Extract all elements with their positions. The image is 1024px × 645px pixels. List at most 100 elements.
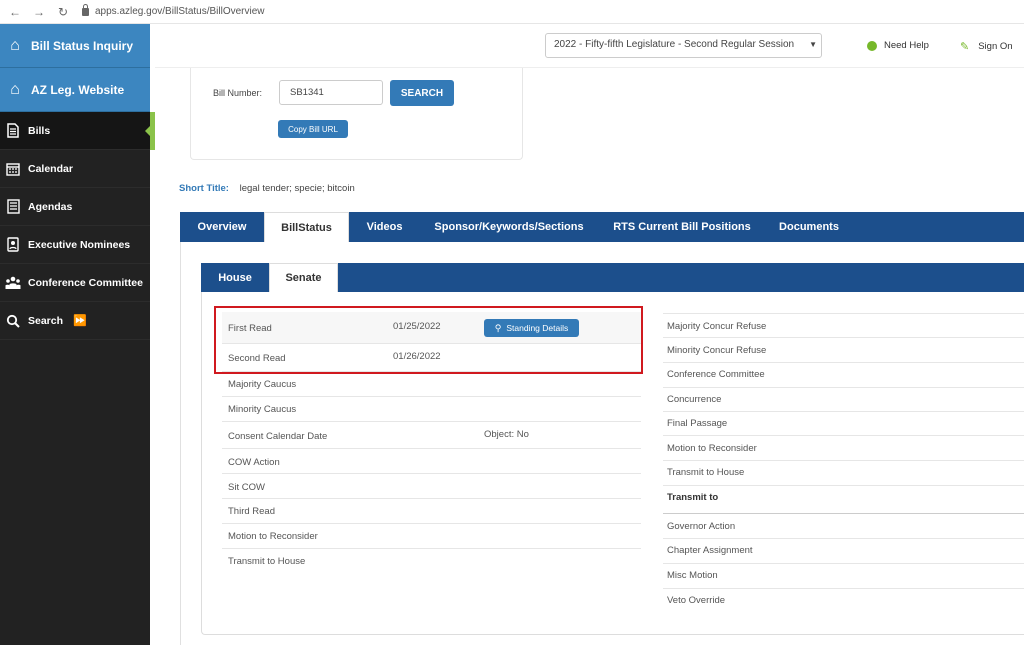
sign-on-link[interactable]: ✎ Sign On (960, 40, 1013, 53)
chamber-tabs: House Senate (201, 263, 1024, 292)
copy-bill-url-button[interactable]: Copy Bill URL (278, 120, 348, 138)
sidebar-item-bill-status-inquiry[interactable]: ⌂ Bill Status Inquiry (0, 24, 150, 68)
status-label: Transmit to (667, 492, 719, 503)
status-label: Veto Override (667, 595, 726, 606)
list-icon (5, 199, 21, 215)
status-label: Transmit to House (228, 556, 306, 567)
sidebar-item-label: Conference Committee (28, 276, 143, 289)
tab-senate[interactable]: Senate (269, 263, 338, 292)
sidebar-item-label: Agendas (28, 200, 73, 213)
help-icon (867, 40, 877, 51)
tab-house[interactable]: House (201, 263, 269, 292)
url-text: apps.azleg.gov/BillStatus/BillOverview (95, 6, 265, 17)
sidebar-item-calendar[interactable]: Calendar (0, 150, 150, 188)
tab-videos[interactable]: Videos (349, 212, 420, 242)
calendar-icon (5, 161, 21, 177)
status-row-chapter-assignment: Chapter Assignment (663, 539, 1024, 564)
status-value: Object: No (484, 429, 529, 440)
sidebar-item-search[interactable]: Search ⏩ (0, 302, 150, 340)
status-row-sit-cow: Sit COW (222, 474, 641, 499)
status-row-transmit-to: Transmit to (663, 486, 1024, 514)
home-icon: ⌂ (10, 80, 20, 98)
status-row-minority-concur-refuse: Minority Concur Refuse (663, 338, 1024, 363)
status-row-motion-to-reconsider: Motion to Reconsider (222, 524, 641, 549)
top-header: 2022 - Fifty-fifth Legislature - Second … (155, 24, 1024, 68)
tab-sponsor-keywords-sections[interactable]: Sponsor/Keywords/Sections (420, 212, 598, 242)
status-row-transmit-to-house-right: Transmit to House (663, 461, 1024, 486)
status-row-consent-calendar: Consent Calendar Date Object: No (222, 422, 641, 449)
fast-forward-icon[interactable]: ⏩ (73, 314, 87, 327)
sidebar-item-label: Calendar (28, 162, 73, 175)
main-tabs: Overview BillStatus Videos Sponsor/Keywo… (180, 212, 1024, 242)
status-label: Motion to Reconsider (667, 443, 757, 454)
sidebar-item-executive-nominees[interactable]: Executive Nominees (0, 226, 150, 264)
session-select[interactable]: 2022 - Fifty-fifth Legislature - Second … (545, 33, 822, 58)
sidebar-item-label: AZ Leg. Website (31, 82, 125, 97)
status-row-conference-committee: Conference Committee (663, 363, 1024, 388)
highlight-box (214, 306, 643, 374)
status-row-cow-action: COW Action (222, 449, 641, 474)
sidebar-item-label: Bill Status Inquiry (31, 38, 134, 53)
status-label: Governor Action (667, 521, 736, 532)
short-title: Short Title: legal tender; specie; bitco… (179, 183, 355, 194)
status-row-governor-action: Governor Action (663, 514, 1024, 539)
browser-toolbar: ← → ↻ apps.azleg.gov/BillStatus/BillOver… (0, 0, 1024, 24)
need-help-link[interactable]: Need Help (867, 40, 929, 51)
short-title-value: legal tender; specie; bitcoin (239, 183, 355, 194)
back-arrow-icon[interactable]: ← (6, 3, 24, 21)
status-label: Final Passage (667, 418, 728, 429)
status-row-motion-to-reconsider-right: Motion to Reconsider (663, 436, 1024, 461)
group-icon (5, 275, 21, 291)
sidebar: ⌂ Bill Status Inquiry ⌂ AZ Leg. Website … (0, 24, 155, 645)
status-label: Minority Caucus (228, 404, 297, 415)
forward-arrow-icon[interactable]: → (30, 3, 48, 21)
lock-icon (82, 3, 89, 16)
status-label: Majority Caucus (228, 379, 297, 390)
sidebar-item-label: Search (28, 314, 64, 327)
bill-search-card: Bill Number: SB1341 SEARCH Copy Bill URL (190, 68, 523, 160)
status-row-majority-concur-refuse: Majority Concur Refuse (663, 313, 1024, 338)
status-row-transmit-to-house: Transmit to House (222, 549, 641, 574)
need-help-label: Need Help (884, 40, 929, 51)
status-row-final-passage: Final Passage (663, 412, 1024, 436)
status-label: Misc Motion (667, 570, 718, 581)
tab-rts-current-bill-positions[interactable]: RTS Current Bill Positions (598, 212, 766, 242)
status-label: Conference Committee (667, 369, 765, 380)
status-label: Consent Calendar Date (228, 431, 328, 442)
pencil-icon: ✎ (960, 41, 970, 53)
tab-overview[interactable]: Overview (180, 212, 264, 242)
sidebar-item-label: Executive Nominees (28, 238, 131, 251)
nominee-icon (5, 237, 21, 253)
bill-number-input[interactable]: SB1341 (279, 80, 383, 105)
address-bar[interactable]: apps.azleg.gov/BillStatus/BillOverview (82, 3, 265, 21)
reload-icon[interactable]: ↻ (54, 3, 72, 21)
search-button[interactable]: SEARCH (390, 80, 454, 106)
sidebar-item-agendas[interactable]: Agendas (0, 188, 150, 226)
status-label: Minority Concur Refuse (667, 345, 767, 356)
sidebar-item-label: Bills (28, 124, 51, 137)
status-row-concurrence: Concurrence (663, 388, 1024, 412)
sidebar-item-bills[interactable]: Bills (0, 112, 155, 150)
status-row-misc-motion: Misc Motion (663, 564, 1024, 589)
status-label: Motion to Reconsider (228, 531, 318, 542)
status-label: Concurrence (667, 394, 722, 405)
status-row-third-read: Third Read (222, 499, 641, 524)
tab-billstatus[interactable]: BillStatus (264, 212, 349, 242)
document-icon (5, 123, 21, 139)
chevron-down-icon: ▼ (809, 40, 817, 49)
sign-on-label: Sign On (978, 41, 1013, 52)
search-icon (5, 313, 21, 329)
short-title-label: Short Title: (179, 183, 229, 194)
sidebar-item-conference-committee[interactable]: Conference Committee (0, 264, 150, 302)
status-label: Chapter Assignment (667, 545, 753, 556)
status-label: Third Read (228, 506, 275, 517)
bill-number-label: Bill Number: (213, 88, 263, 98)
sidebar-item-az-leg-website[interactable]: ⌂ AZ Leg. Website (0, 68, 150, 112)
tab-documents[interactable]: Documents (766, 212, 852, 242)
status-row-majority-caucus: Majority Caucus (222, 372, 641, 397)
status-row-veto-override: Veto Override (663, 589, 1024, 614)
status-label: Transmit to House (667, 467, 745, 478)
status-row-minority-caucus: Minority Caucus (222, 397, 641, 422)
status-label: COW Action (228, 457, 280, 468)
session-select-value: 2022 - Fifty-fifth Legislature - Second … (554, 39, 795, 50)
